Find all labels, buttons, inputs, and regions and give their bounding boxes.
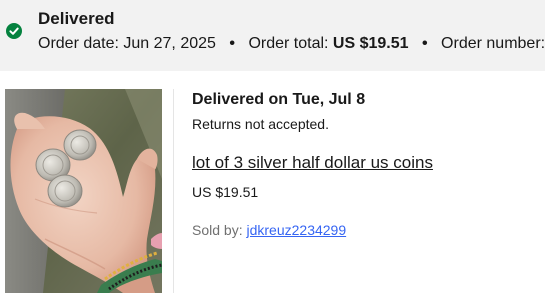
sold-by-label: Sold by:	[192, 222, 243, 238]
item-divider	[173, 89, 174, 293]
order-status: Delivered	[38, 9, 115, 28]
order-details-page: Delivered Order date: Jun 27, 2025 • Ord…	[0, 0, 545, 293]
seller-row: Sold by: jdkreuz2234299	[192, 221, 346, 239]
order-summary-header: Delivered Order date: Jun 27, 2025 • Ord…	[0, 0, 545, 71]
order-meta-row: Order date: Jun 27, 2025 • Order total: …	[38, 33, 545, 55]
item-title-link[interactable]: lot of 3 silver half dollar us coins	[192, 152, 433, 174]
delivery-status: Delivered on Tue, Jul 8	[192, 91, 366, 108]
meta-separator: •	[229, 35, 235, 52]
item-image[interactable]	[5, 89, 162, 293]
hand-with-coins-picture	[5, 89, 162, 293]
meta-separator: •	[421, 35, 428, 52]
order-total-label: Order total:	[248, 35, 329, 52]
order-number-label: Order number:	[441, 35, 545, 52]
order-date-label: Order date:	[38, 35, 119, 52]
order-total-value: US $19.51	[332, 35, 409, 52]
item-price: US $19.51	[192, 184, 259, 200]
order-date-value: Jun 27, 2025	[123, 35, 216, 52]
returns-policy: Returns not accepted.	[192, 116, 329, 132]
seller-link[interactable]: jdkreuz2234299	[246, 222, 346, 238]
checkmark-circle-icon	[6, 23, 22, 39]
